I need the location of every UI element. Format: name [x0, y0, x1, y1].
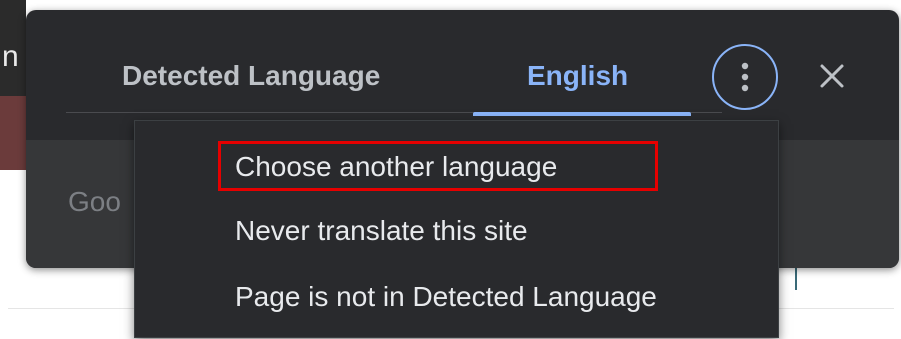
tab-english[interactable]: English	[527, 56, 628, 96]
background-partial-text: n	[2, 40, 19, 73]
tab-detected-language[interactable]: Detected Language	[122, 56, 380, 96]
background-image-fragment	[0, 96, 26, 170]
annotation-highlight-box	[218, 141, 658, 191]
more-options-button[interactable]	[712, 44, 778, 110]
close-icon	[820, 64, 844, 88]
menu-item-never-translate-site[interactable]: Never translate this site	[235, 215, 528, 247]
close-button[interactable]	[812, 56, 852, 96]
menu-item-page-not-in-language[interactable]: Page is not in Detected Language	[235, 281, 657, 313]
selected-tab-indicator	[473, 112, 691, 116]
background-search-partial: Goo	[68, 186, 121, 217]
translate-bubble-lower-panel-right	[776, 140, 899, 268]
more-vert-icon	[741, 62, 749, 92]
